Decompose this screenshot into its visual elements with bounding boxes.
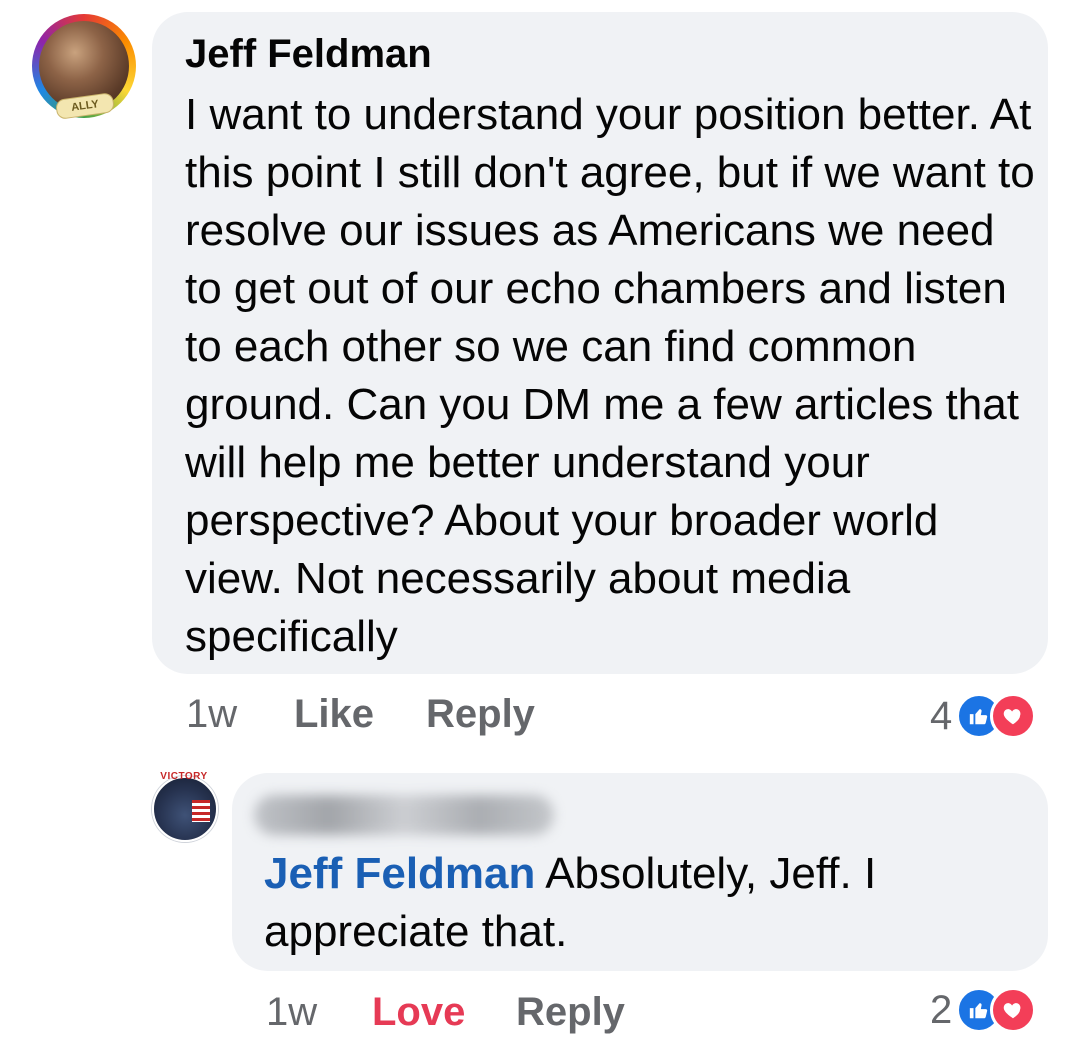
reply-timestamp[interactable]: 1w	[266, 990, 317, 1035]
redacted-author-name	[254, 795, 554, 835]
comment-like-button[interactable]: Like	[294, 692, 374, 737]
reply-reply-button[interactable]: Reply	[516, 990, 625, 1035]
replier-avatar[interactable]	[152, 776, 218, 842]
comment-timestamp[interactable]: 1w	[186, 692, 237, 737]
comment-text: I want to understand your position bette…	[185, 90, 1035, 661]
comment-reactions[interactable]: 4	[930, 693, 1037, 739]
reply-mention[interactable]: Jeff Feldman	[264, 849, 535, 898]
reply-reactions[interactable]: 2	[930, 987, 1037, 1033]
reply-text-block: Jeff Feldman Absolutely, Jeff. I appreci…	[264, 845, 1024, 961]
flag-icon	[192, 800, 210, 822]
comment-bubble: Jeff Feldman I want to understand your p…	[152, 12, 1048, 674]
comment-author[interactable]: Jeff Feldman	[185, 32, 432, 77]
comment-reply-button[interactable]: Reply	[426, 692, 535, 737]
love-icon	[990, 693, 1037, 739]
comment-reaction-count: 4	[930, 693, 953, 738]
avatar-frame-badge: VICTORY	[160, 771, 208, 782]
reply-love-button[interactable]: Love	[372, 990, 465, 1035]
reply-bubble: Jeff Feldman Absolutely, Jeff. I appreci…	[232, 773, 1048, 971]
reply-reaction-count: 2	[930, 987, 953, 1032]
love-icon	[990, 987, 1037, 1033]
